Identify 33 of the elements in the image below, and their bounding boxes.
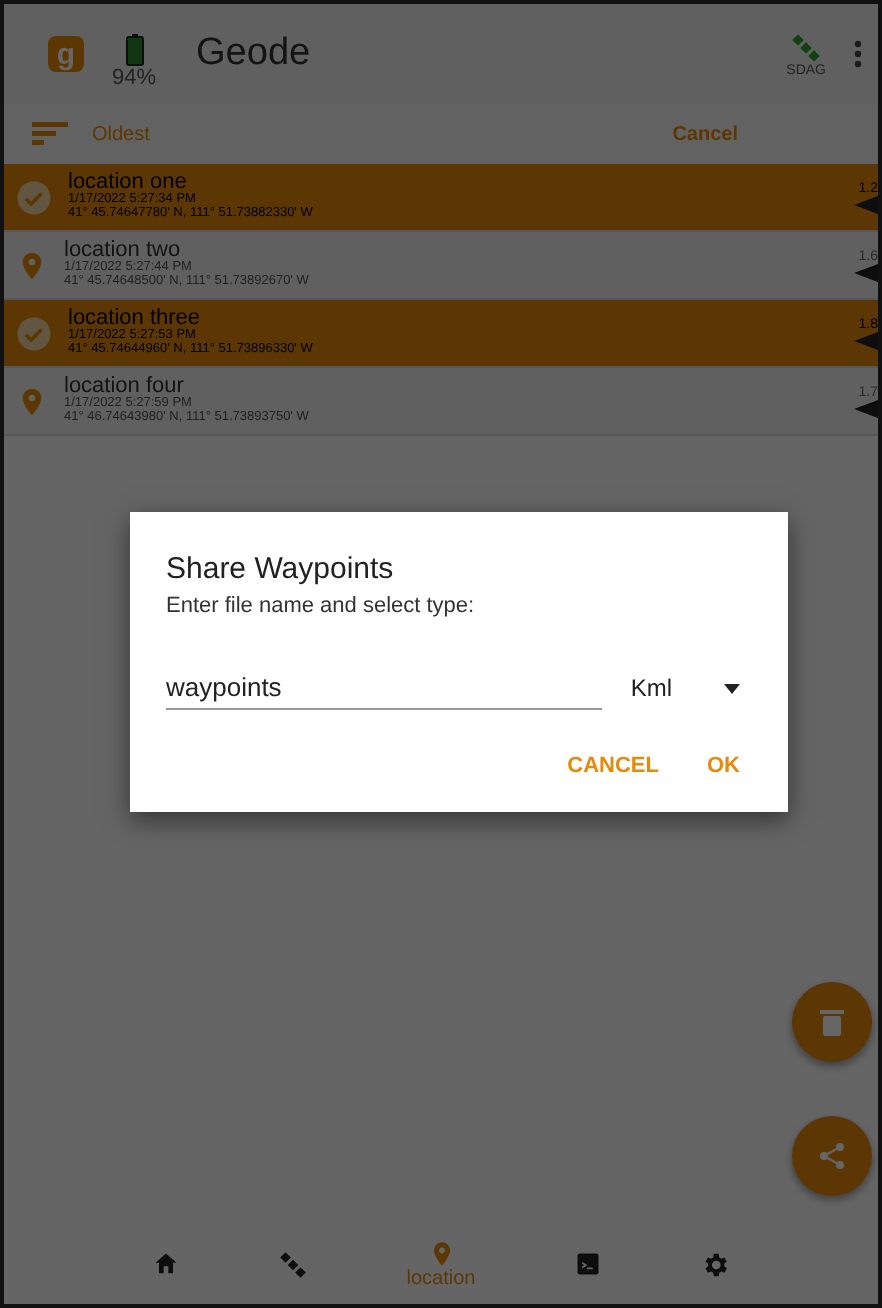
satellite-icon <box>790 31 823 63</box>
dialog-button[interactable]: OK <box>707 754 740 778</box>
delete-button[interactable] <box>792 982 872 1062</box>
satellite-icon <box>278 1249 309 1279</box>
app-title: Geode <box>196 32 313 76</box>
checkmark-icon[interactable] <box>16 315 52 351</box>
share-button[interactable] <box>792 1116 872 1196</box>
dialog-title: Share Waypoints <box>166 552 396 586</box>
app-logo: g <box>48 36 84 72</box>
direction-arrow-icon <box>854 263 878 281</box>
dialog-message: Enter file name and select type: <box>166 594 477 618</box>
battery-icon <box>125 34 144 66</box>
dropdown-caret-icon <box>724 683 740 693</box>
nav-tab[interactable]: location <box>398 1235 484 1293</box>
file-type-dropdown[interactable]: Kml <box>622 674 740 702</box>
cancel-link[interactable]: Cancel <box>672 123 738 145</box>
share-icon <box>818 1142 846 1170</box>
location-name: location three <box>68 307 203 330</box>
trash-icon <box>820 1008 844 1036</box>
sort-order[interactable]: Oldest <box>92 123 673 145</box>
location-name: location two <box>64 239 181 262</box>
direction-arrow-icon <box>854 195 878 213</box>
checkmark-icon[interactable] <box>16 179 52 215</box>
direction-arrow-icon <box>854 331 878 349</box>
terminal-icon <box>573 1250 602 1278</box>
direction-arrow-icon <box>854 399 878 417</box>
dialog-button[interactable]: CANCEL <box>567 754 659 778</box>
home-icon <box>152 1250 181 1278</box>
location-name: location four <box>64 375 184 398</box>
more-menu-icon[interactable] <box>854 40 862 68</box>
sort-icon[interactable] <box>32 122 68 146</box>
location-name: location one <box>68 171 187 194</box>
battery-level: 94% <box>112 66 157 90</box>
